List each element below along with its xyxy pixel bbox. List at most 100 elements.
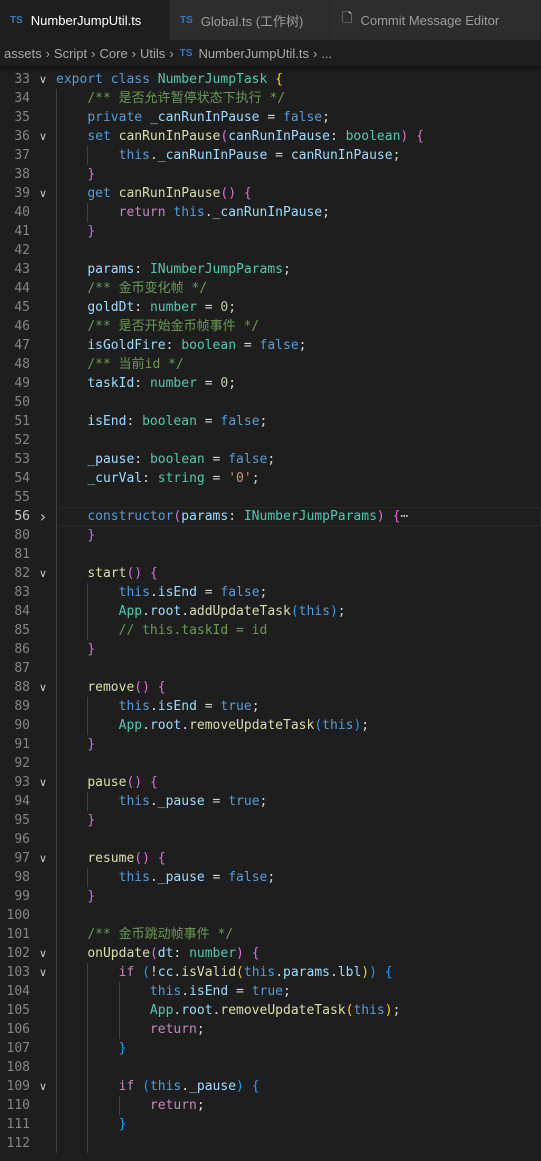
- code-line[interactable]: 42: [0, 241, 541, 260]
- code-line[interactable]: 87: [0, 659, 541, 678]
- code-line[interactable]: 37 this._canRunInPause = canRunInPause;: [0, 146, 541, 165]
- code-line[interactable]: 105 App.root.removeUpdateTask(this);: [0, 1001, 541, 1020]
- code-line[interactable]: 53 _pause: boolean = false;: [0, 450, 541, 469]
- code-line[interactable]: 89 this.isEnd = true;: [0, 697, 541, 716]
- code-line[interactable]: 86 }: [0, 640, 541, 659]
- code-token: }: [118, 1041, 127, 1056]
- breadcrumb-item-utils[interactable]: Utils: [140, 46, 165, 61]
- code-token: start: [87, 566, 127, 581]
- line-number: 89: [14, 699, 30, 714]
- code-text: App.root.addUpdateTask(this);: [56, 602, 346, 621]
- code-token: canRunInPause: [118, 186, 221, 201]
- code-line[interactable]: 109 ∨ if (this._pause) {: [0, 1077, 541, 1096]
- code-line[interactable]: 51 isEnd: boolean = false;: [0, 412, 541, 431]
- breadcrumb-item-script[interactable]: Script: [54, 46, 87, 61]
- code-line[interactable]: 97 ∨ resume() {: [0, 849, 541, 868]
- code-line[interactable]: 100: [0, 906, 541, 925]
- code-line[interactable]: 101 /** 金币跳动帧事件 */: [0, 925, 541, 944]
- fold-chevron-down-icon[interactable]: ∨: [36, 773, 50, 792]
- fold-chevron-down-icon[interactable]: ∨: [36, 127, 50, 146]
- code-line[interactable]: 34 /** 是否允许暂停状态下执行 */: [0, 89, 541, 108]
- code-token: =: [196, 300, 221, 315]
- fold-chevron-down-icon[interactable]: ∨: [36, 1077, 50, 1096]
- code-line[interactable]: 35 private _canRunInPause = false;: [0, 108, 541, 127]
- code-line[interactable]: 98 this._pause = false;: [0, 868, 541, 887]
- code-token: .: [181, 1079, 190, 1094]
- code-line[interactable]: 44 /** 金币变化帧 */: [0, 279, 541, 298]
- code-line[interactable]: 33 ∨ export class NumberJumpTask {: [0, 70, 541, 89]
- code-line[interactable]: 88 ∨ remove() {: [0, 678, 541, 697]
- breadcrumb-item-assets[interactable]: assets: [4, 46, 42, 61]
- code-line[interactable]: 107 }: [0, 1039, 541, 1058]
- code-line[interactable]: 90 App.root.removeUpdateTask(this);: [0, 716, 541, 735]
- fold-chevron-down-icon[interactable]: ∨: [36, 184, 50, 203]
- code-line[interactable]: 112: [0, 1134, 541, 1153]
- fold-chevron-down-icon[interactable]: ∨: [36, 70, 50, 89]
- code-text: }: [56, 1115, 127, 1134]
- code-line[interactable]: 91 }: [0, 735, 541, 754]
- code-line[interactable]: 46 /** 是否开始金币帧事件 */: [0, 317, 541, 336]
- code-line[interactable]: 104 this.isEnd = true;: [0, 982, 541, 1001]
- code-line[interactable]: 49 taskId: number = 0;: [0, 374, 541, 393]
- code-line[interactable]: 80 }: [0, 526, 541, 545]
- fold-chevron-down-icon[interactable]: ∨: [36, 678, 50, 697]
- code-line[interactable]: 43 params: INumberJumpParams;: [0, 260, 541, 279]
- code-editor[interactable]: 33 ∨ export class NumberJumpTask {34 /** 是…: [0, 70, 541, 1161]
- code-line[interactable]: 47 isGoldFire: boolean = false;: [0, 336, 541, 355]
- line-number: 104: [6, 984, 30, 999]
- fold-chevron-down-icon[interactable]: ∨: [36, 963, 50, 982]
- ts-icon: TS: [180, 14, 193, 26]
- tab-commit-message-editor[interactable]: 🗋 Commit Message Editor: [330, 0, 541, 40]
- fold-chevron-down-icon[interactable]: ∨: [36, 849, 50, 868]
- code-line[interactable]: 93 ∨ pause() {: [0, 773, 541, 792]
- code-token: .: [275, 965, 284, 980]
- code-line[interactable]: 82 ∨ start() {: [0, 564, 541, 583]
- code-line[interactable]: 40 return this._canRunInPause;: [0, 203, 541, 222]
- code-line[interactable]: 102 ∨ onUpdate(dt: number) {: [0, 944, 541, 963]
- code-line[interactable]: 52: [0, 431, 541, 450]
- code-line[interactable]: 41 }: [0, 222, 541, 241]
- code-token: =: [259, 110, 283, 125]
- code-text: goldDt: number = 0;: [56, 298, 236, 317]
- code-line[interactable]: 84 App.root.addUpdateTask(this);: [0, 602, 541, 621]
- code-line[interactable]: 94 this._pause = true;: [0, 792, 541, 811]
- code-line[interactable]: 81: [0, 545, 541, 564]
- fold-chevron-right-icon[interactable]: ›: [36, 507, 50, 526]
- tab-global[interactable]: TS Global.ts (工作树): [170, 0, 330, 40]
- code-line[interactable]: 96: [0, 830, 541, 849]
- code-line[interactable]: 55: [0, 488, 541, 507]
- code-line[interactable]: 106 return;: [0, 1020, 541, 1039]
- code-line[interactable]: 99 }: [0, 887, 541, 906]
- code-line[interactable]: 108: [0, 1058, 541, 1077]
- code-line[interactable]: 83 this.isEnd = false;: [0, 583, 541, 602]
- code-line[interactable]: 95 }: [0, 811, 541, 830]
- code-token: addUpdateTask: [189, 604, 291, 619]
- code-token: root: [149, 718, 182, 733]
- breadcrumb-item-more[interactable]: ...: [321, 46, 332, 61]
- fold-chevron-down-icon[interactable]: ∨: [36, 564, 50, 583]
- code-line[interactable]: 45 goldDt: number = 0;: [0, 298, 541, 317]
- code-line[interactable]: 56 › constructor(params: INumberJumpParam…: [0, 507, 541, 526]
- code-line[interactable]: 111 }: [0, 1115, 541, 1134]
- fold-chevron-down-icon[interactable]: ∨: [36, 944, 50, 963]
- code-line[interactable]: 85 // this.taskId = id: [0, 621, 541, 640]
- code-line[interactable]: 103 ∨ if (!cc.isValid(this.params.lbl)) {: [0, 963, 541, 982]
- code-line[interactable]: 92: [0, 754, 541, 773]
- breadcrumb-item-core[interactable]: Core: [100, 46, 128, 61]
- code-line[interactable]: 48 /** 当前id */: [0, 355, 541, 374]
- code-line[interactable]: 38 }: [0, 165, 541, 184]
- code-line[interactable]: 39 ∨ get canRunInPause() {: [0, 184, 541, 203]
- code-line[interactable]: 50: [0, 393, 541, 412]
- code-line[interactable]: 54 _curVal: string = '0';: [0, 469, 541, 488]
- code-line[interactable]: 110 return;: [0, 1096, 541, 1115]
- code-line[interactable]: 36 ∨ set canRunInPause(canRunInPause: boo…: [0, 127, 541, 146]
- code-token: :: [329, 129, 346, 144]
- line-number: 107: [6, 1041, 30, 1056]
- line-number: 84: [14, 604, 30, 619]
- tab-numberjumputil[interactable]: TS NumberJumpUtil.ts: [0, 0, 170, 40]
- code-token: .: [142, 718, 150, 733]
- breadcrumb-item-file[interactable]: NumberJumpUtil.ts: [198, 46, 309, 61]
